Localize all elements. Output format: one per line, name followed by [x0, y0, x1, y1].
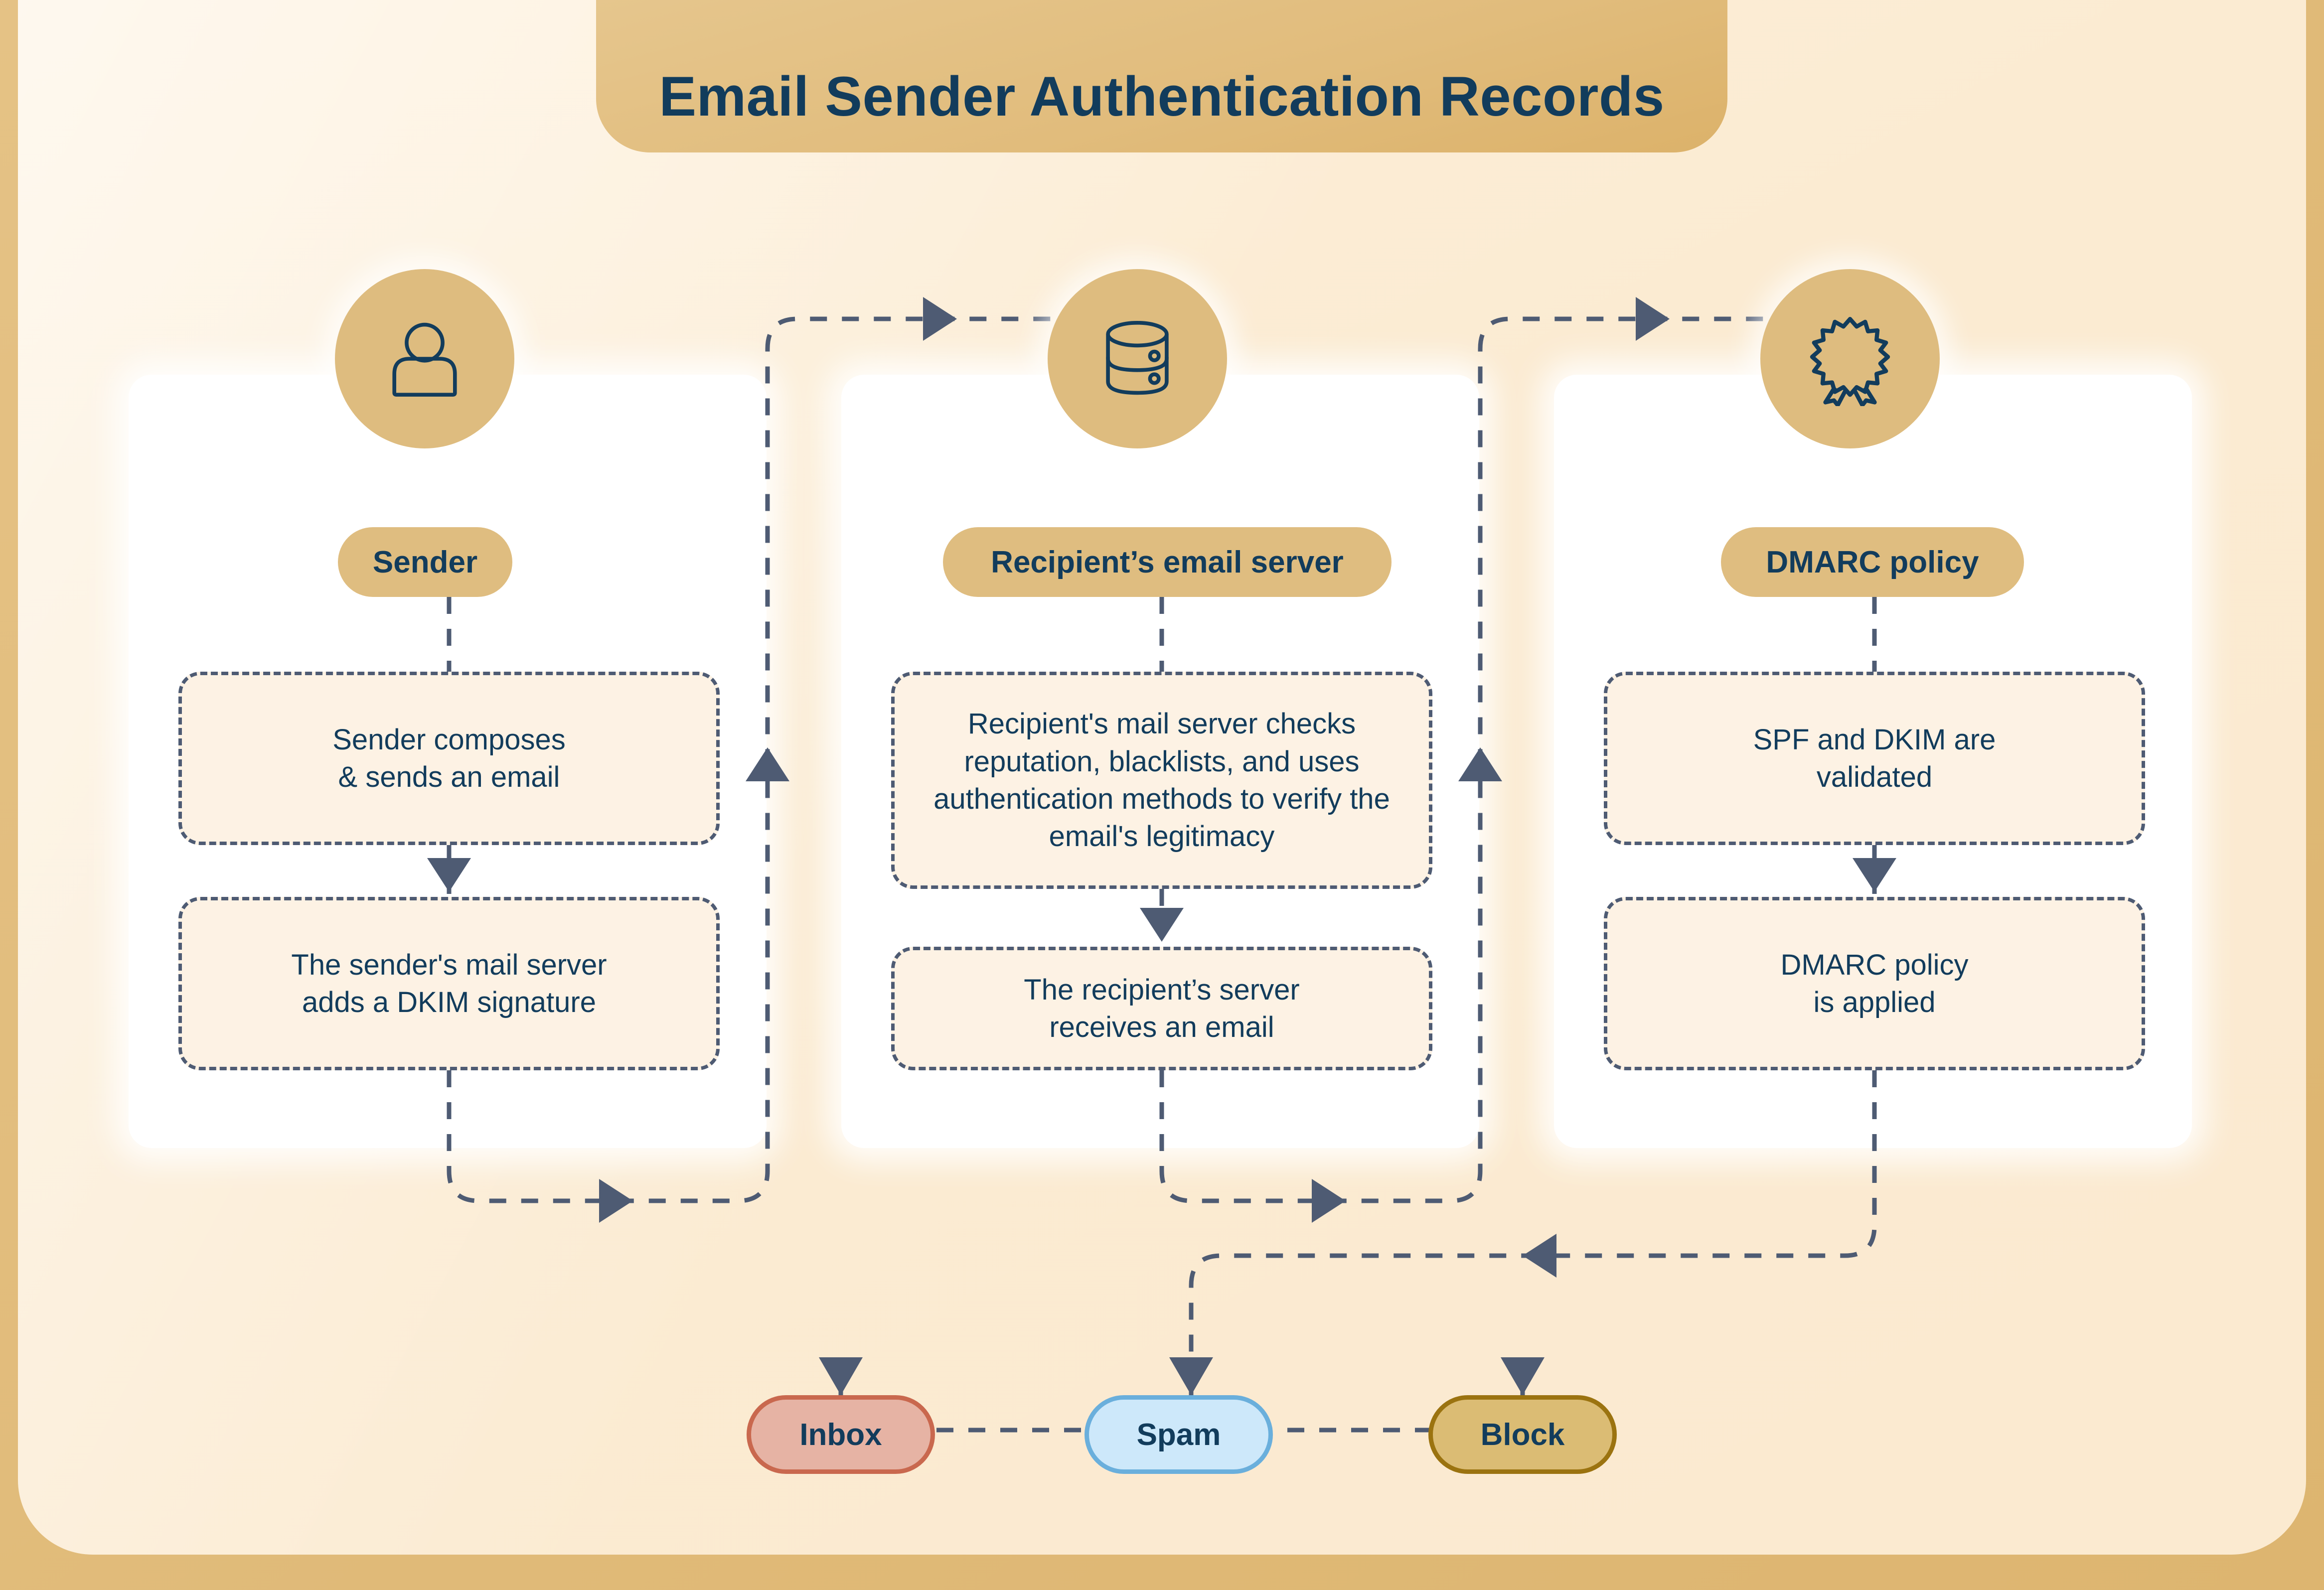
- page-title: Email Sender Authentication Records: [659, 65, 1665, 128]
- role-pill-dmarc[interactable]: DMARC policy: [1721, 527, 2024, 597]
- step-box-recipient-2: The recipient’s server receives an email: [891, 947, 1432, 1070]
- role-pill-sender[interactable]: Sender: [338, 527, 512, 597]
- outcome-pill-inbox[interactable]: Inbox: [747, 1395, 935, 1474]
- header-banner: Email Sender Authentication Records: [596, 0, 1727, 152]
- step-box-sender-2: The sender's mail server adds a DKIM sig…: [178, 897, 720, 1070]
- step-box-dmarc-1: SPF and DKIM are validated: [1604, 672, 2145, 845]
- step-box-sender-1: Sender composes & sends an email: [178, 672, 720, 845]
- award-ribbon-icon: [1810, 317, 1890, 406]
- step-box-recipient-1: Recipient's mail server checks reputatio…: [891, 672, 1432, 889]
- outcome-pill-spam[interactable]: Spam: [1085, 1395, 1273, 1474]
- role-pill-recipient[interactable]: Recipient’s email server: [943, 527, 1392, 597]
- database-icon: [1106, 321, 1169, 395]
- outcome-pill-block[interactable]: Block: [1428, 1395, 1617, 1474]
- person-icon: [392, 322, 457, 397]
- step-box-dmarc-2: DMARC policy is applied: [1604, 897, 2145, 1070]
- diagram-canvas: Email Sender Authentication Records .wir…: [0, 0, 2324, 1590]
- icon-badge-recipient: [1048, 269, 1227, 448]
- icon-badge-dmarc: [1760, 269, 1940, 448]
- icon-badge-sender: [335, 269, 514, 448]
